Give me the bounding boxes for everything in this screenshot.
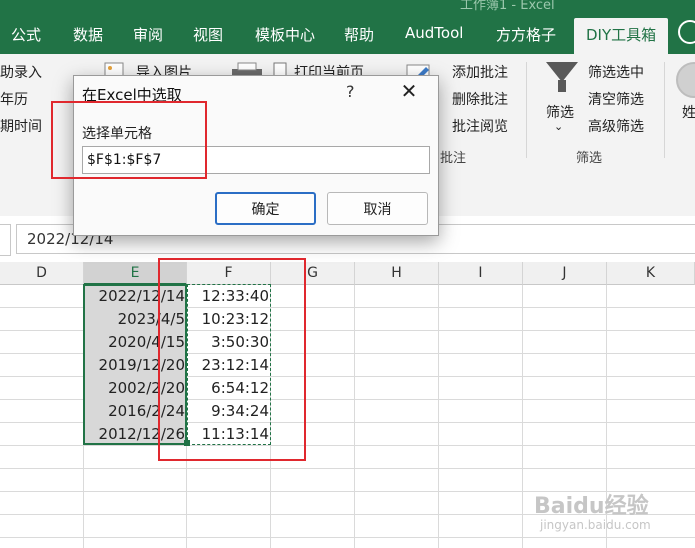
ribbon-separator <box>526 62 527 158</box>
select-range-dialog: 在Excel中选取 ? ✕ 选择单元格 确定 取消 <box>73 75 439 236</box>
column-header-h[interactable]: H <box>355 262 439 285</box>
column-header-j[interactable]: J <box>523 262 607 285</box>
column-header-g[interactable]: G <box>271 262 355 285</box>
col-line <box>354 285 355 548</box>
tab-formulas[interactable]: 公式 <box>11 24 41 45</box>
ribbon-advanced-filter[interactable]: 高级筛选 <box>588 116 644 136</box>
cell-f7[interactable]: 11:13:14 <box>187 423 271 446</box>
fill-handle[interactable] <box>184 440 190 446</box>
name-box[interactable] <box>0 224 11 256</box>
column-header-k[interactable]: K <box>607 262 695 285</box>
cell-e2[interactable]: 2023/4/5 <box>84 308 187 331</box>
tab-help[interactable]: 帮助 <box>344 24 374 45</box>
cell-e5[interactable]: 2002/2/20 <box>84 377 187 400</box>
ribbon-review-comment[interactable]: 批注阅览 <box>452 116 508 136</box>
ribbon-datetime[interactable]: 期时间 <box>0 116 42 136</box>
tab-diy-toolbox[interactable]: DIY工具箱 <box>574 18 669 54</box>
close-icon[interactable]: ✕ <box>396 80 422 102</box>
column-header-f[interactable]: F <box>187 262 271 285</box>
filter-funnel-icon <box>546 62 578 82</box>
cell-f1[interactable]: 12:33:40 <box>187 285 271 308</box>
watermark-url: jingyan.baidu.com <box>540 518 651 532</box>
tab-view[interactable]: 视图 <box>193 24 223 45</box>
ribbon-calendar[interactable]: 年历 <box>0 89 28 109</box>
cell-f5[interactable]: 6:54:12 <box>187 377 271 400</box>
group-filter-label: 筛选 <box>576 151 603 166</box>
tab-fangfang[interactable]: 方方格子 <box>496 24 556 45</box>
group-comments-label: 批注 <box>440 151 467 166</box>
ribbon-clear-filter[interactable]: 清空筛选 <box>588 89 644 109</box>
column-header-d[interactable]: D <box>0 262 84 285</box>
avatar-icon[interactable] <box>676 62 695 98</box>
cancel-button[interactable]: 取消 <box>327 192 428 225</box>
chevron-down-icon[interactable]: ⌄ <box>554 120 563 133</box>
watermark-logo: Baidu经验 <box>534 494 649 519</box>
ribbon-add-comment[interactable]: 添加批注 <box>452 62 508 82</box>
cell-e1[interactable]: 2022/12/14 <box>84 285 187 308</box>
cell-e3[interactable]: 2020/4/15 <box>84 331 187 354</box>
ribbon-tab-bar: 工作簿1 - Excel 公式 数据 审阅 视图 模板中心 帮助 AudTool… <box>0 0 695 54</box>
range-input[interactable] <box>82 146 430 174</box>
dialog-title: 在Excel中选取 <box>82 86 182 104</box>
filter-funnel-stem <box>558 80 566 92</box>
ribbon-separator-2 <box>664 62 665 158</box>
cell-e4[interactable]: 2019/12/20 <box>84 354 187 377</box>
tab-audtool[interactable]: AudTool <box>405 24 463 42</box>
tab-template-center[interactable]: 模板中心 <box>255 24 315 45</box>
tab-data[interactable]: 数据 <box>73 24 103 45</box>
ribbon-filter-button[interactable]: 筛选 <box>546 102 574 122</box>
cell-f3[interactable]: 3:50:30 <box>187 331 271 354</box>
ok-button[interactable]: 确定 <box>215 192 316 225</box>
column-header-e[interactable]: E <box>84 262 187 285</box>
account-circle-icon[interactable] <box>678 20 695 44</box>
ribbon-assist-entry[interactable]: 助录入 <box>0 62 42 82</box>
column-header-i[interactable]: I <box>439 262 523 285</box>
cell-e7[interactable]: 2012/12/26 <box>84 423 187 446</box>
cell-e6[interactable]: 2016/2/24 <box>84 400 187 423</box>
row-line <box>0 537 695 538</box>
cell-f2[interactable]: 10:23:12 <box>187 308 271 331</box>
ribbon-filter-selected[interactable]: 筛选选中 <box>588 62 644 82</box>
help-icon[interactable]: ? <box>346 82 355 101</box>
row-line <box>0 468 695 469</box>
col-line <box>522 285 523 548</box>
cell-f4[interactable]: 23:12:14 <box>187 354 271 377</box>
ribbon-last-item[interactable]: 姓 <box>682 102 695 122</box>
tab-review[interactable]: 审阅 <box>133 24 163 45</box>
ribbon-delete-comment[interactable]: 删除批注 <box>452 89 508 109</box>
window-title: 工作簿1 - Excel <box>460 0 555 13</box>
cell-f6[interactable]: 9:34:24 <box>187 400 271 423</box>
col-line <box>438 285 439 548</box>
select-cells-label: 选择单元格 <box>82 126 152 142</box>
